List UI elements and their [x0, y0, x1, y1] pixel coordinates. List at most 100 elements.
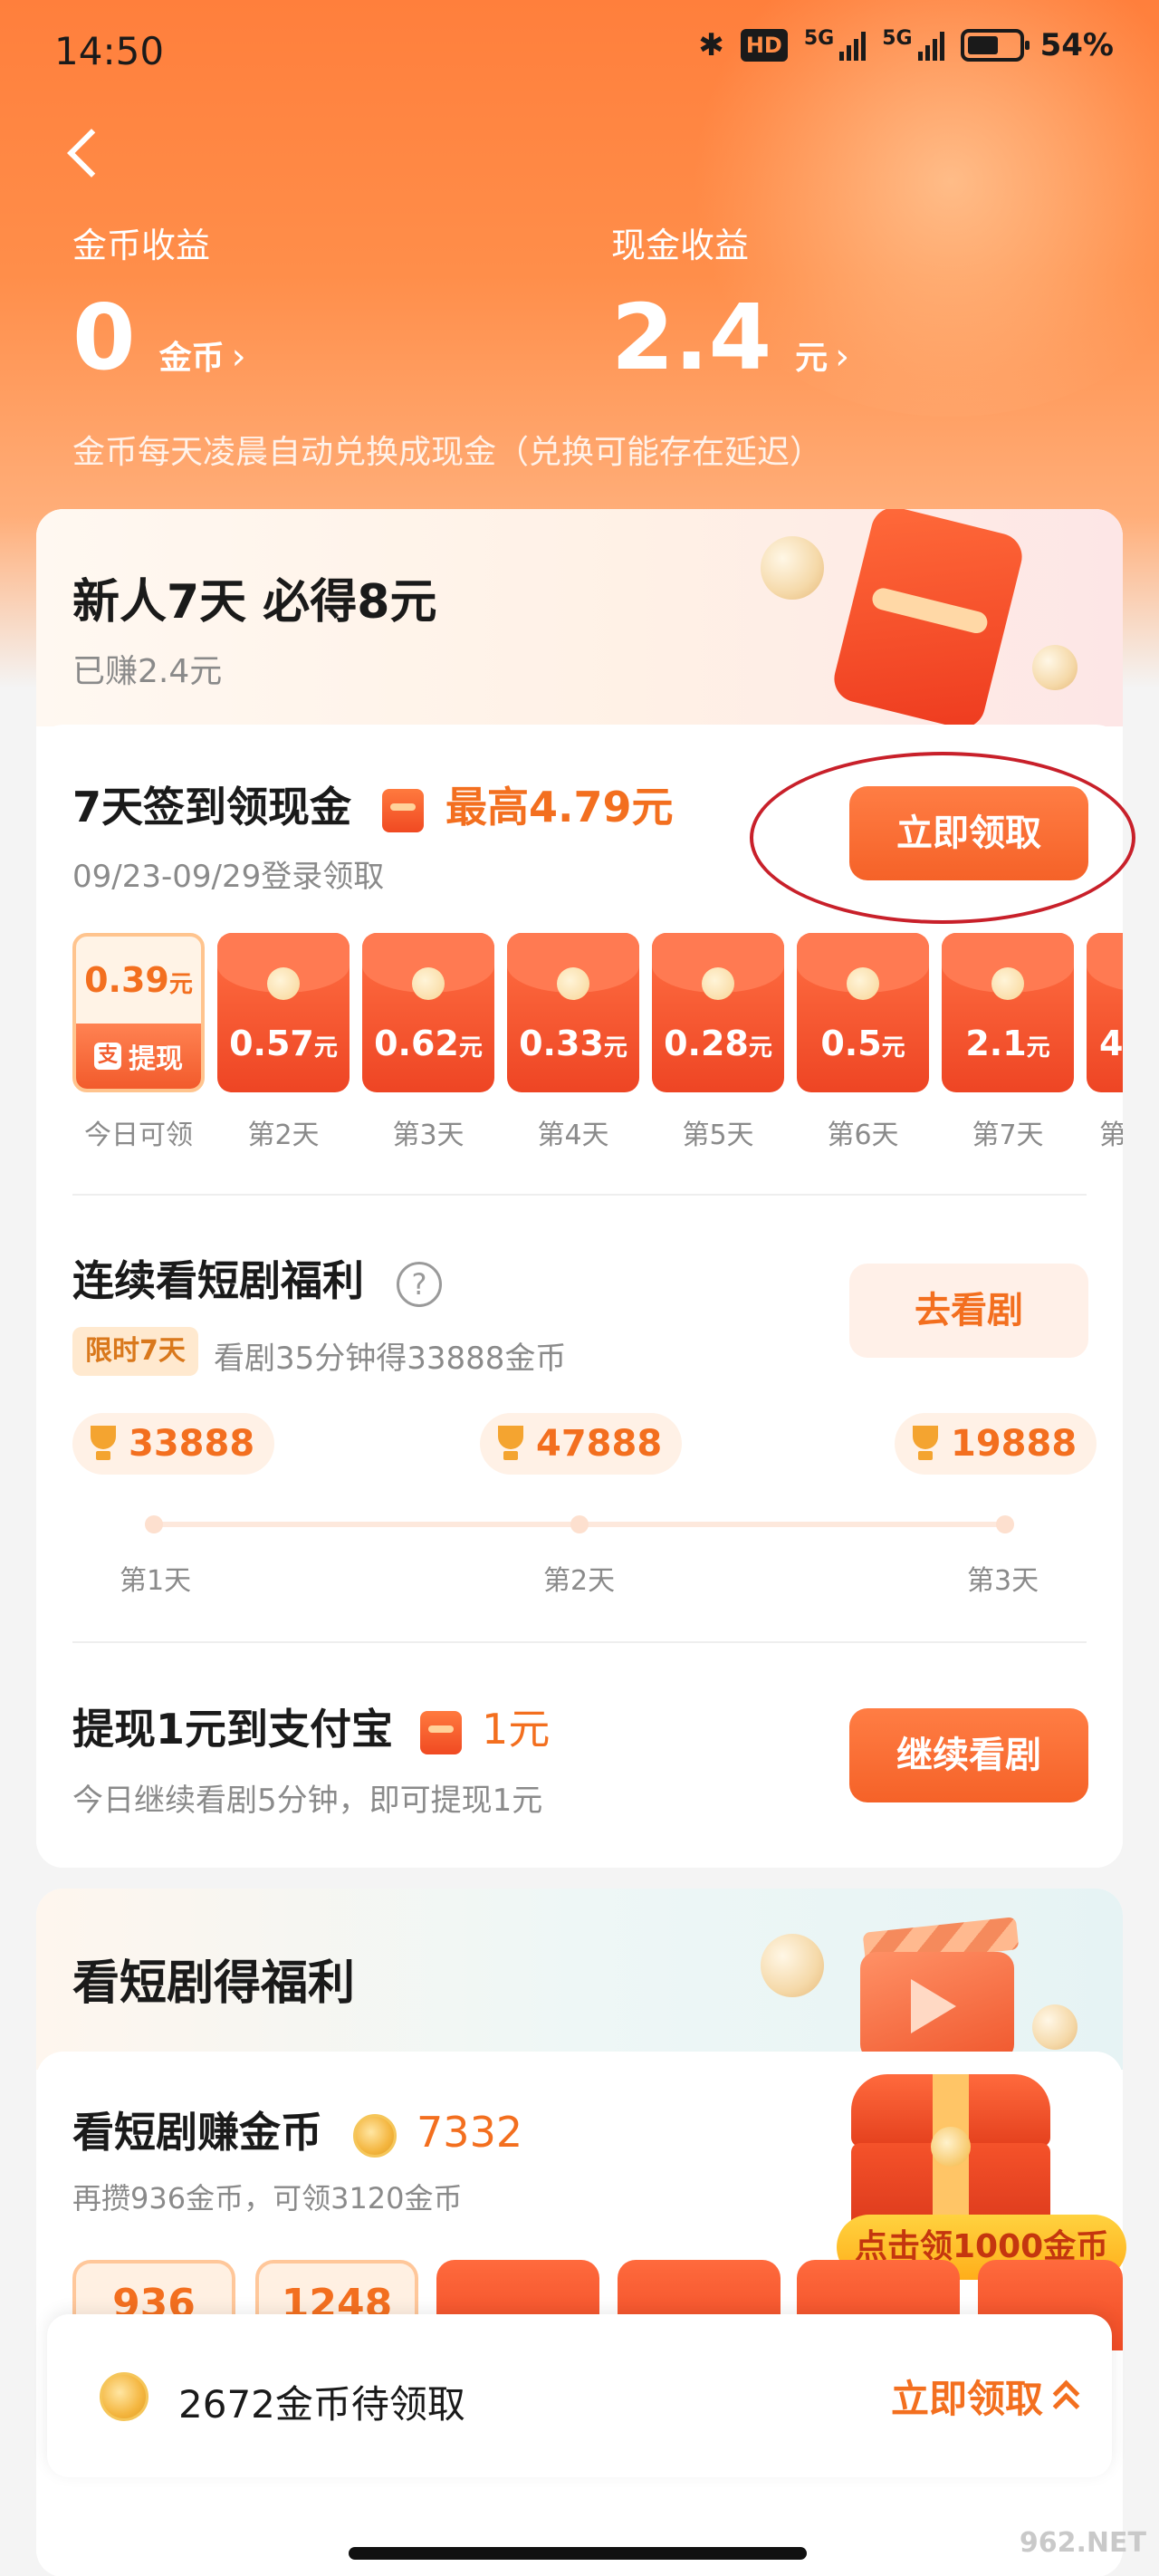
progress-label: 第3天 [967, 1565, 1039, 1597]
newbie-title: 新人7天 必得8元 [72, 575, 437, 630]
red-packet-icon: 0.33元 [507, 933, 639, 1092]
drama-welfare-title: 看短剧得福利 [72, 1956, 356, 2011]
gold-coin-icon [100, 2372, 148, 2421]
checkin-date-range: 09/23-09/29登录领取 [72, 859, 385, 895]
checkin-day[interactable]: 0.28元 第5天 [652, 933, 784, 1150]
status-time: 14:50 [54, 29, 165, 73]
alipay-title-row: 提现1元到支付宝 1元 [72, 1697, 550, 1756]
checkin-day[interactable]: 0.5元 第6天 [797, 933, 929, 1150]
progress-dot [996, 1515, 1014, 1533]
withdraw-label: 提现 [129, 1043, 183, 1075]
day-label: 第7天 [972, 1120, 1044, 1150]
withdraw-tag: 支 提现 [76, 1024, 201, 1089]
checkin-max: 最高4.79元 [445, 783, 674, 831]
checkin-day[interactable]: 2.1元 第7天 [942, 933, 1074, 1150]
series-desc: 看剧35分钟得33888金币 [214, 1341, 567, 1377]
bluetooth-icon: ✱ [698, 27, 724, 63]
claim-pending-button[interactable]: 立即领取 [891, 2369, 1076, 2424]
red-packet-icon: 4 [1087, 933, 1123, 1092]
checkin-day[interactable]: 4 第 [1087, 933, 1123, 1150]
gold-coin-icon [353, 2113, 398, 2158]
chevron-right-icon: › [231, 336, 246, 378]
red-packet-icon: 0.28元 [652, 933, 784, 1092]
newbie-card-header: 新人7天 必得8元 已赚2.4元 [36, 509, 1123, 734]
claim-now-button[interactable]: 立即领取 [849, 786, 1088, 880]
reward-value: 47888 [536, 1423, 663, 1465]
trophy-icon [909, 1426, 942, 1462]
today-amount: 0.39元 [84, 960, 193, 1000]
drama-coins-desc: 再攒936金币，可领3120金币 [72, 2181, 463, 2216]
newbie-earned: 已赚2.4元 [72, 653, 223, 690]
newbie-card: 新人7天 必得8元 已赚2.4元 [36, 509, 1123, 1868]
network-5g-label: 5G [803, 27, 835, 50]
reward-chip-day2: 47888 [480, 1413, 683, 1475]
status-icons: ✱ HD 5G 5G 54% [698, 27, 1114, 63]
back-button[interactable] [54, 116, 109, 188]
red-packet-icon: 0.62元 [362, 933, 494, 1092]
day-label: 今日可领 [84, 1120, 193, 1150]
claim-pending-label: 立即领取 [890, 2377, 1043, 2421]
drama-coins-total: 7332 [417, 2108, 523, 2157]
pending-coins-bar: 2672金币待领取 立即领取 [47, 2314, 1112, 2477]
help-icon[interactable]: ? [397, 1261, 443, 1307]
alipay-icon: 支 [94, 1043, 121, 1070]
cash-earnings-value: 2.4 [611, 284, 772, 390]
progress-label: 第1天 [120, 1565, 192, 1597]
red-packet-icon: 2.1元 [942, 933, 1074, 1092]
checkin-days-row[interactable]: 0.39元 支 提现 今日可领 0.57元 第2天 0.62元 第3天 0.33… [34, 933, 1123, 1150]
checkin-day-today[interactable]: 0.39元 支 提现 今日可领 [72, 933, 205, 1150]
home-indicator[interactable] [349, 2547, 807, 2560]
coin-decoration-icon [761, 1934, 824, 1997]
coin-earnings-unit: 金币 [158, 340, 225, 377]
red-packet-icon: 0.5元 [797, 933, 929, 1092]
limit-tag: 限时7天 [72, 1327, 198, 1376]
coin-earnings-value: 0 [72, 284, 136, 390]
drama-coins-title-row: 看短剧赚金币 7332 [72, 2100, 522, 2159]
status-bar: 14:50 ✱ HD 5G 5G 54% [0, 0, 1159, 100]
coin-decoration-icon [1032, 645, 1078, 690]
checkin-day[interactable]: 0.57元 第2天 [217, 933, 350, 1150]
checkin-title-row: 7天签到领现金 最高4.79元 [72, 774, 674, 834]
cash-earnings[interactable]: 现金收益 2.4 元 › [611, 217, 849, 383]
chevron-up-icon [1052, 2380, 1076, 2413]
battery-icon [960, 29, 1030, 62]
checkin-day[interactable]: 0.33元 第4天 [507, 933, 639, 1150]
day-label: 第5天 [682, 1120, 754, 1150]
coin-earnings-label: 金币收益 [72, 226, 211, 265]
cash-earnings-unit: 元 [795, 340, 829, 377]
reward-value: 33888 [129, 1423, 255, 1465]
divider [72, 1194, 1087, 1196]
series-title: 连续看短剧福利 [72, 1256, 364, 1305]
checkin-title: 7天签到领现金 [72, 783, 352, 831]
watch-drama-button[interactable]: 去看剧 [849, 1264, 1088, 1358]
checkin-day[interactable]: 0.62元 第3天 [362, 933, 494, 1150]
day-label: 第6天 [827, 1120, 899, 1150]
alipay-amount: 1元 [482, 1705, 551, 1754]
reward-chip-day3: 19888 [895, 1413, 1097, 1475]
reward-value: 19888 [951, 1423, 1078, 1465]
day-label: 第 [1099, 1120, 1123, 1150]
trophy-icon [494, 1426, 527, 1462]
divider [72, 1641, 1087, 1643]
progress-dot [145, 1515, 163, 1533]
reward-chip-day1: 33888 [72, 1413, 275, 1475]
continue-watching-button[interactable]: 继续看剧 [849, 1708, 1088, 1802]
coin-earnings[interactable]: 金币收益 0 金币 › [72, 217, 246, 383]
progress-dot [570, 1515, 589, 1533]
series-title-row: 连续看短剧福利 ? [72, 1248, 443, 1308]
day-label: 第2天 [247, 1120, 320, 1150]
cash-earnings-label: 现金收益 [611, 226, 750, 265]
exchange-hint: 金币每天凌晨自动兑换成现金（兑换可能存在延迟） [72, 434, 823, 471]
day-label: 第4天 [537, 1120, 609, 1150]
network-5g-label-2: 5G [882, 27, 913, 50]
signal-icon-2 [917, 30, 944, 61]
red-packet-icon [382, 788, 425, 832]
drama-coins-title: 看短剧赚金币 [72, 2108, 322, 2157]
hd-voice-icon: HD [740, 29, 788, 62]
coin-decoration-icon [761, 536, 824, 600]
red-packet-icon [420, 1710, 463, 1754]
battery-level: 54% [1039, 27, 1114, 63]
red-packet-icon: 0.57元 [217, 933, 350, 1092]
trophy-icon [87, 1426, 120, 1462]
pending-coins-text: 2672金币待领取 [178, 2382, 465, 2427]
